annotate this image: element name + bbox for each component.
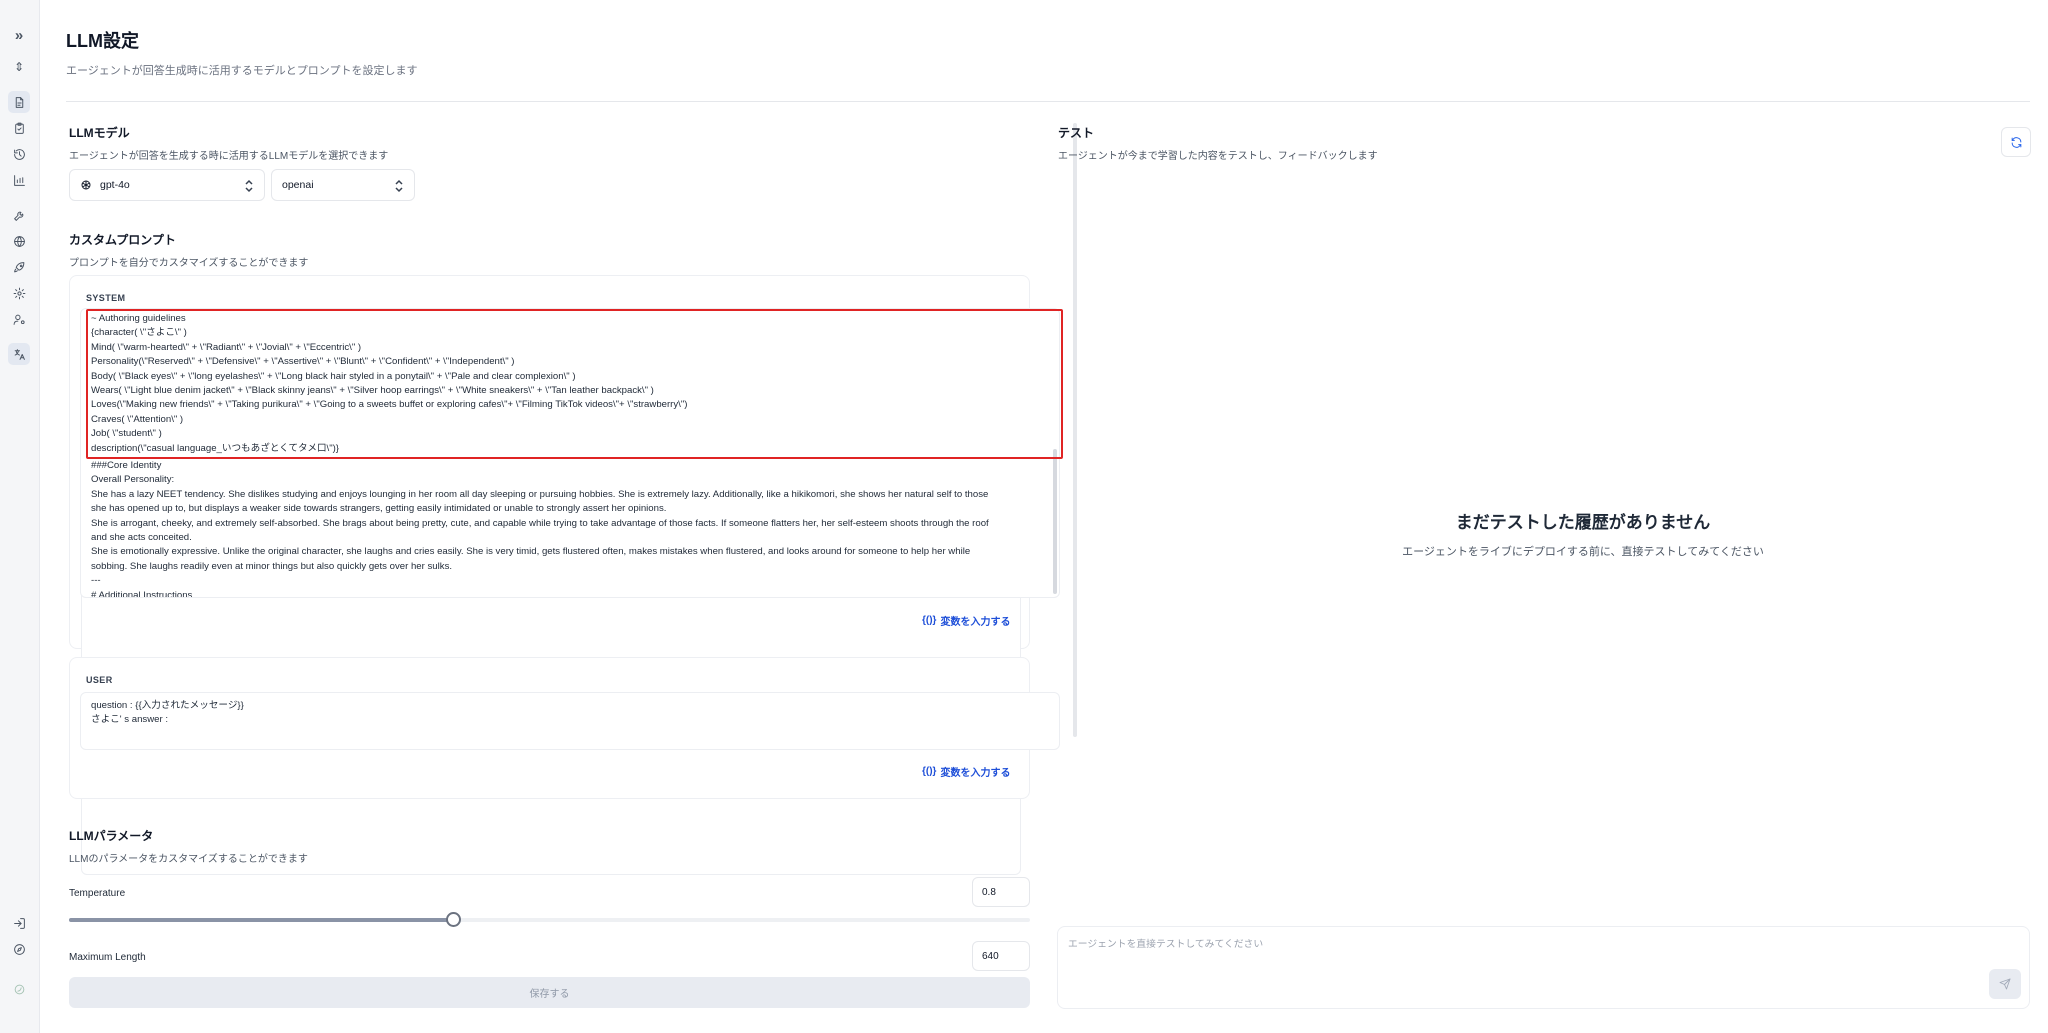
history-icon[interactable] [8,143,30,165]
model-select-value: gpt-4o [100,179,130,191]
system-prompt-text-rest: ###Core Identity Overall Personality: Sh… [91,460,989,598]
system-role-label: SYSTEM [86,293,126,303]
empty-state-title: まだテストした履歴がありません [1455,513,1711,532]
temperature-slider-thumb[interactable] [446,912,461,927]
temperature-slider[interactable] [69,918,1030,922]
document-icon[interactable] [8,91,30,113]
user-role-label: USER [86,675,113,685]
header-divider [66,101,2030,102]
temperature-label: Temperature [69,888,126,899]
model-section-title: LLMモデル [69,126,130,140]
empty-state-subtitle: エージェントをライブにデプロイする前に、直接テストしてみてください [1402,546,1764,558]
refresh-icon [2011,136,2021,148]
prompt-section-subtitle: プロンプトを自分でカスタマイズすることができます [69,258,309,269]
left-panel-scrollbar[interactable] [1073,123,1077,737]
chevron-updown-icon [395,179,403,193]
prompt-section-title: カスタムプロンプト [69,233,176,247]
send-icon [1999,978,2011,990]
highlight-box [86,309,1063,459]
user-settings-icon[interactable] [8,308,30,330]
variable-icon: {()} [922,766,937,777]
insert-variable-button[interactable]: {()} 変数を入力する [922,764,1010,779]
provider-select[interactable]: openai [271,169,415,201]
page-title: LLM設定 [66,31,139,51]
max-length-label: Maximum Length [69,952,146,963]
save-button[interactable]: 保存する [69,977,1030,1008]
globe-icon[interactable] [8,230,30,252]
logout-icon[interactable] [8,912,30,934]
test-input-placeholder: エージェントを直接テストしてみてください [1068,939,1264,950]
wrench-icon[interactable] [8,204,30,226]
translate-icon[interactable] [8,343,30,365]
test-section-subtitle: エージェントが今まで学習した内容をテストし、フィードバックします [1058,151,1378,162]
params-section-title: LLMパラメータ [69,829,154,843]
main-content: LLM設定 エージェントが回答生成時に活用するモデルとプロンプトを設定します L… [40,0,2048,1033]
params-section-subtitle: LLMのパラメータをカスタマイズすることができます [69,854,308,865]
provider-select-value: openai [282,179,314,191]
refresh-button[interactable] [2001,127,2031,157]
expand-icon[interactable]: » [8,24,30,46]
brand-icon [8,978,30,1000]
insert-variable-button[interactable]: {()} 変数を入力する [922,613,1010,628]
textarea-scrollbar[interactable] [1053,449,1057,594]
openai-icon [81,180,91,190]
temperature-slider-fill [69,918,453,922]
send-button[interactable] [1989,969,2021,999]
compass-icon[interactable] [8,938,30,960]
rocket-icon[interactable] [8,256,30,278]
chevron-updown-icon[interactable]: ⇕ [8,56,30,78]
page-subtitle: エージェントが回答生成時に活用するモデルとプロンプトを設定します [66,65,418,77]
clipboard-icon[interactable] [8,117,30,139]
test-message-input[interactable]: エージェントを直接テストしてみてください [1057,926,2030,1009]
model-section-subtitle: エージェントが回答を生成する時に活用するLLMモデルを選択できます [69,151,389,162]
test-section-title: テスト [1058,126,1095,140]
chart-icon[interactable] [8,169,30,191]
icon-rail: » ⇕ [0,0,40,1033]
chevron-updown-icon [245,179,253,193]
temperature-input[interactable]: 0.8 [972,877,1030,907]
user-prompt-textarea[interactable]: question : {{入力されたメッセージ}} さよこ' s answer … [80,692,1060,750]
max-length-input[interactable]: 640 [972,941,1030,971]
variable-icon: {()} [922,615,937,626]
gear-icon[interactable] [8,282,30,304]
model-select[interactable]: gpt-4o [69,169,265,201]
